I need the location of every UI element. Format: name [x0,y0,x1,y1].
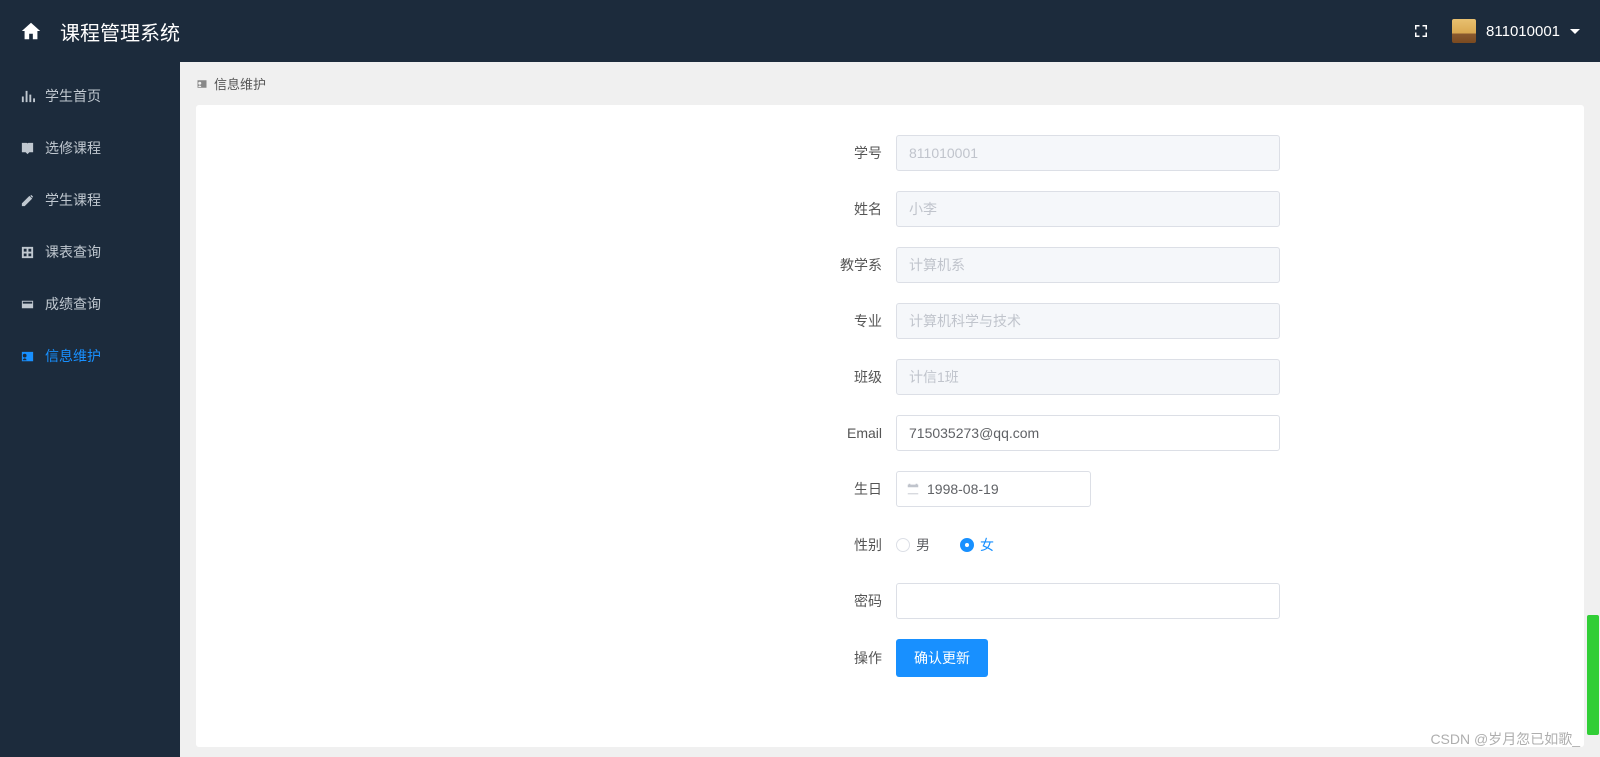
app-title: 课程管理系统 [60,17,180,46]
row-birthday: 生日 [196,471,1584,507]
header: 课程管理系统 811010001 [0,0,1600,62]
chevron-down-icon [1570,29,1580,34]
book-icon [20,141,35,156]
sidebar-item-label: 学生首页 [45,86,101,106]
radio-label: 男 [916,535,930,555]
sidebar-item-courses[interactable]: 学生课程 [0,174,180,226]
sidebar-item-profile[interactable]: 信息维护 [0,330,180,382]
row-department: 教学系 [196,247,1584,283]
row-major: 专业 [196,303,1584,339]
sidebar-item-home[interactable]: 学生首页 [0,70,180,122]
row-email: Email [196,415,1584,451]
label-birthday: 生日 [196,479,896,499]
main: 学生首页 选修课程 学生课程 课表查询 成绩查询 信息维护 信息维护 [0,62,1600,757]
scrollbar-track[interactable] [1586,65,1600,755]
breadcrumb: 信息维护 [180,62,1600,105]
sidebar-item-schedule[interactable]: 课表查询 [0,226,180,278]
birthday-field[interactable] [896,471,1091,507]
fullscreen-icon[interactable] [1412,22,1430,40]
class-field [896,359,1280,395]
row-gender: 性别 男 女 [196,527,1584,563]
chart-icon [20,89,35,104]
label-major: 专业 [196,311,896,331]
name-field [896,191,1280,227]
student-id-field [896,135,1280,171]
gender-female-radio[interactable]: 女 [960,535,994,555]
email-field[interactable] [896,415,1280,451]
radio-dot-icon [896,538,910,552]
row-class: 班级 [196,359,1584,395]
department-field [896,247,1280,283]
sidebar-item-grades[interactable]: 成绩查询 [0,278,180,330]
avatar [1452,19,1476,43]
sidebar: 学生首页 选修课程 学生课程 课表查询 成绩查询 信息维护 [0,62,180,757]
label-name: 姓名 [196,199,896,219]
sidebar-item-elective[interactable]: 选修课程 [0,122,180,174]
card-icon [20,297,35,312]
sidebar-item-label: 选修课程 [45,138,101,158]
calendar-icon [906,482,920,496]
id-icon [196,78,208,90]
radio-dot-icon [960,538,974,552]
sidebar-item-label: 信息维护 [45,346,101,366]
sidebar-item-label: 学生课程 [45,190,101,210]
label-email: Email [196,425,896,441]
sidebar-item-label: 成绩查询 [45,294,101,314]
header-right: 811010001 [1412,19,1580,43]
label-student-id: 学号 [196,143,896,163]
label-department: 教学系 [196,255,896,275]
radio-label: 女 [980,535,994,555]
row-student-id: 学号 [196,135,1584,171]
label-gender: 性别 [196,535,896,555]
header-left: 课程管理系统 [20,17,180,46]
label-action: 操作 [196,648,896,668]
user-menu[interactable]: 811010001 [1452,19,1580,43]
gender-male-radio[interactable]: 男 [896,535,930,555]
row-action: 操作 确认更新 [196,639,1584,677]
password-field[interactable] [896,583,1280,619]
form-card: 学号 姓名 教学系 专业 班级 Email [196,105,1584,747]
scrollbar-thumb[interactable] [1587,615,1599,735]
row-name: 姓名 [196,191,1584,227]
home-icon[interactable] [20,20,42,42]
label-class: 班级 [196,367,896,387]
major-field [896,303,1280,339]
table-icon [20,245,35,260]
row-password: 密码 [196,583,1584,619]
confirm-update-button[interactable]: 确认更新 [896,639,988,677]
sidebar-item-label: 课表查询 [45,242,101,262]
breadcrumb-label: 信息维护 [214,74,266,93]
username: 811010001 [1486,23,1560,40]
label-password: 密码 [196,591,896,611]
watermark: CSDN @岁月忽已如歌_ [1430,729,1580,749]
id-icon [20,349,35,364]
content: 信息维护 学号 姓名 教学系 专业 班级 [180,62,1600,757]
edit-icon [20,193,35,208]
